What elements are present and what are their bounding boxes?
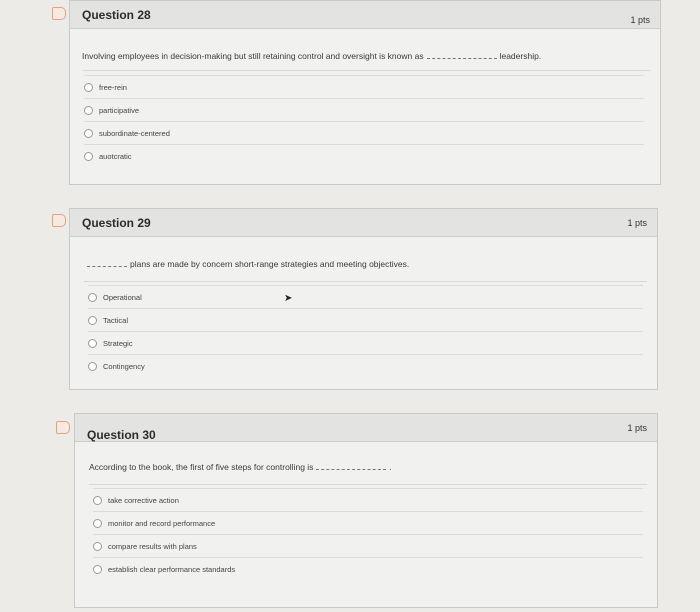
answer-option[interactable]: auotcratic [84,144,644,167]
option-label: Operational [103,292,142,302]
mouse-pointer-icon: ➤ [284,293,293,304]
question-card-29: Question 29 1 pts plans are made by conc… [69,208,658,390]
answer-blank [87,266,127,267]
question-header: Question 30 1 pts [75,414,657,442]
answer-options: Operational Tactical Strategic Contingen… [88,285,643,377]
question-prompt: Involving employees in decision-making b… [82,51,542,61]
answer-option[interactable]: Contingency [88,354,643,377]
radio-icon[interactable] [93,518,102,528]
flag-icon[interactable] [56,421,70,434]
answer-options: free-rein participative subordinate-cent… [84,75,644,167]
radio-icon[interactable] [93,564,102,574]
radio-icon[interactable] [93,495,102,505]
option-label: Contingency [103,361,145,371]
question-title: Question 29 [82,215,151,230]
answer-option[interactable]: compare results with plans [93,534,643,557]
option-label: free-rein [99,82,127,92]
radio-icon[interactable] [88,315,97,325]
radio-icon[interactable] [93,541,102,551]
option-label: establish clear performance standards [108,564,236,574]
radio-icon[interactable] [84,82,93,92]
question-card-30: Question 30 1 pts According to the book,… [74,413,658,608]
option-label: subordinate-centered [99,128,170,138]
answer-option[interactable]: establish clear performance standards [93,557,643,580]
answer-option[interactable]: Tactical [88,308,643,331]
option-label: Tactical [103,315,129,325]
question-title: Question 28 [82,7,151,22]
option-label: auotcratic [99,151,132,161]
option-label: Strategic [103,338,133,348]
answer-option[interactable]: free-rein [84,75,644,98]
option-label: compare results with plans [108,541,197,551]
answer-blank [316,469,387,470]
answer-blank [426,58,497,59]
question-prompt: plans are made by concern short-range st… [84,259,409,269]
radio-icon[interactable] [84,151,93,161]
flag-icon[interactable] [52,7,66,20]
question-points: 1 pts [630,14,650,25]
question-header: Question 29 1 pts [70,209,657,237]
radio-icon[interactable] [88,338,97,348]
question-card-28: Question 28 1 pts Involving employees in… [69,0,661,185]
question-points: 1 pts [627,217,647,228]
answer-options: take corrective action monitor and recor… [93,488,643,580]
question-prompt: According to the book, the first of five… [89,462,392,472]
question-title: Question 30 [87,427,156,442]
answer-option[interactable]: take corrective action [93,488,643,511]
option-label: participative [99,105,140,115]
radio-icon[interactable] [84,128,93,138]
answer-option[interactable]: participative [84,98,644,121]
answer-option[interactable]: Strategic [88,331,643,354]
question-header: Question 28 1 pts [70,1,660,29]
question-points: 1 pts [627,422,647,433]
answer-option[interactable]: Operational [88,285,643,308]
answer-option[interactable]: subordinate-centered [84,121,644,144]
radio-icon[interactable] [84,105,93,115]
answer-option[interactable]: monitor and record performance [93,511,643,534]
option-label: take corrective action [108,495,179,505]
radio-icon[interactable] [88,361,97,371]
flag-icon[interactable] [52,214,66,227]
option-label: monitor and record performance [108,518,216,528]
radio-icon[interactable] [88,292,97,302]
